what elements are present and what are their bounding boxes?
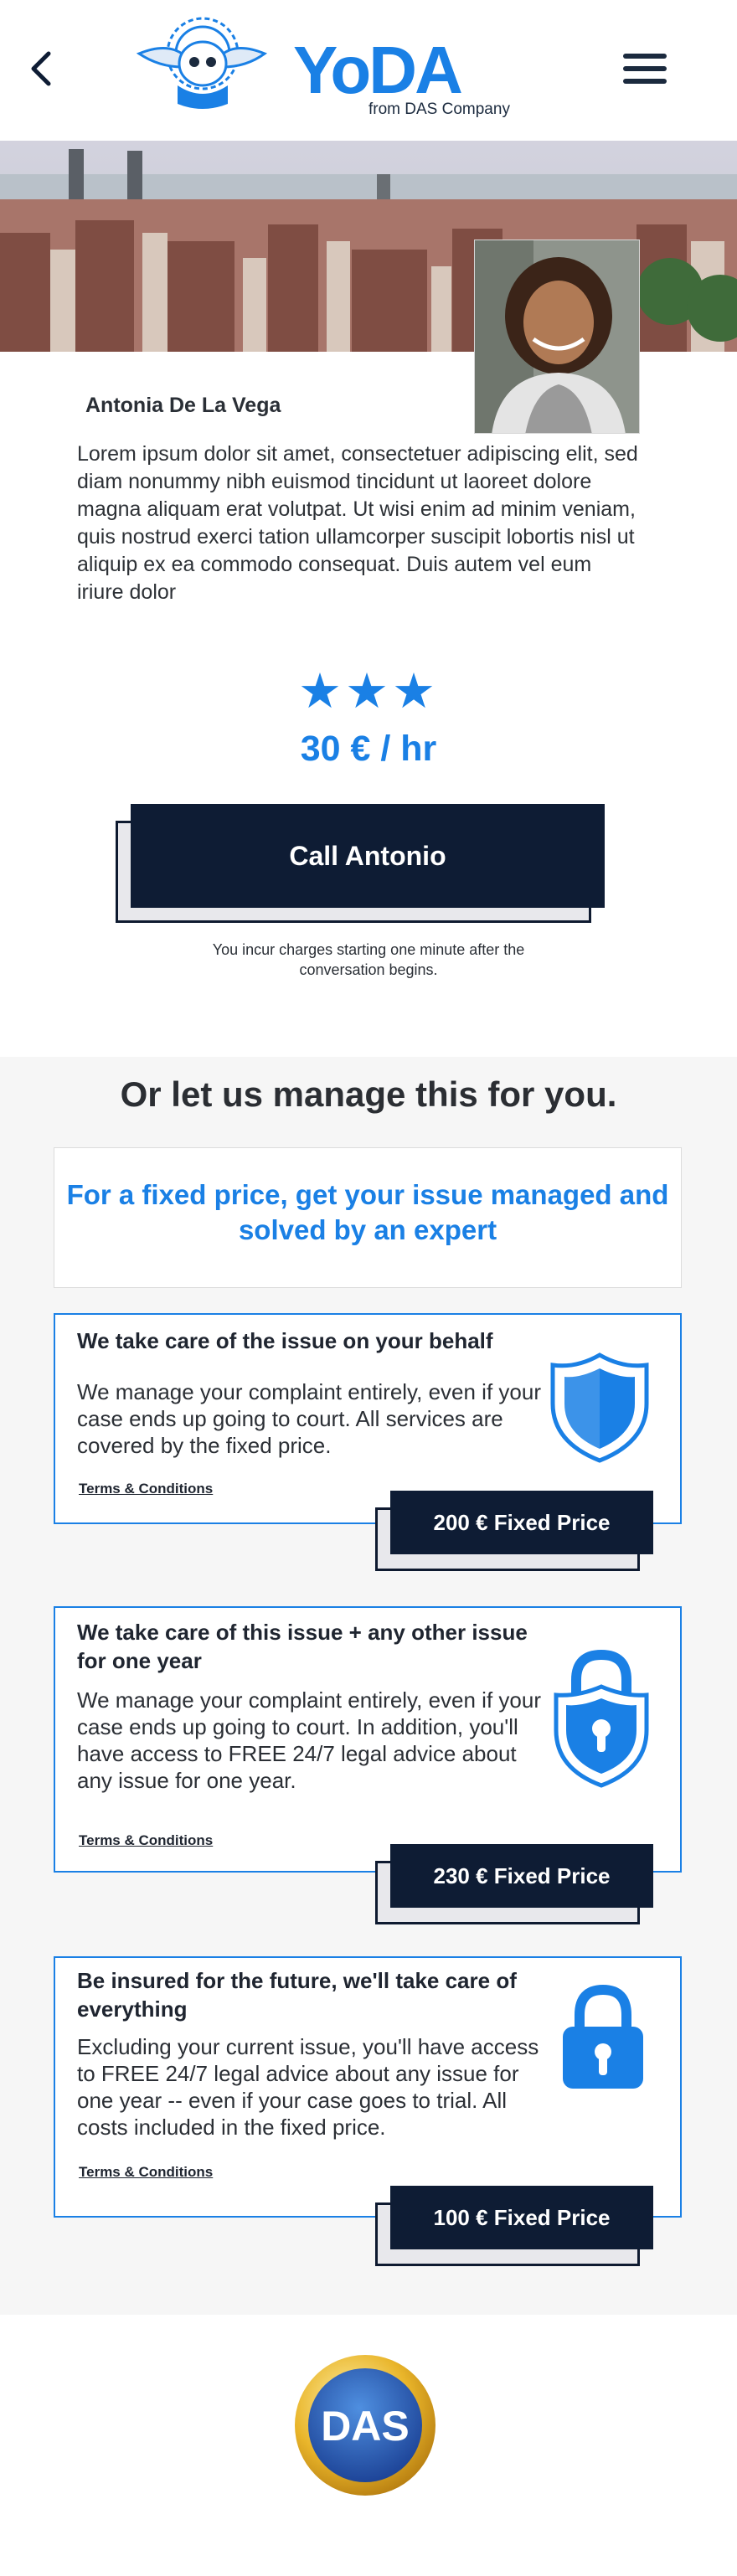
terms-link[interactable]: Terms & Conditions xyxy=(79,2164,213,2181)
expert-name: Antonia De La Vega xyxy=(85,394,281,417)
page: YoDA from DAS Company Antonia De La Vega… xyxy=(0,0,737,2576)
hourly-price: 30 € / hr xyxy=(300,729,437,769)
menu-button[interactable] xyxy=(621,50,668,87)
shield-icon xyxy=(550,1352,649,1463)
back-button[interactable] xyxy=(25,49,59,89)
terms-link[interactable]: Terms & Conditions xyxy=(79,1481,213,1497)
fixed-price-button[interactable]: 100 € Fixed Price xyxy=(390,2186,653,2249)
yoda-mascot-logo xyxy=(136,17,268,109)
fixed-price-button[interactable]: 200 € Fixed Price xyxy=(390,1491,653,1554)
offer-description: We manage your complaint entirely, even … xyxy=(77,1687,541,1793)
offer-description: We manage your complaint entirely, even … xyxy=(77,1379,541,1458)
rating-stars: ★★★ xyxy=(298,664,439,719)
app-header: YoDA from DAS Company xyxy=(0,0,737,141)
das-logo: DAS xyxy=(295,2355,436,2496)
call-button[interactable]: Call Antonio xyxy=(131,804,605,908)
padlock-icon xyxy=(563,1984,643,2089)
offer-title: We take care of this issue + any other i… xyxy=(77,1620,528,1673)
expert-bio: Lorem ipsum dolor sit amet, consectetuer… xyxy=(77,442,638,604)
yoda-wordmark: YoDA xyxy=(293,33,463,107)
terms-link[interactable]: Terms & Conditions xyxy=(79,1832,213,1849)
das-logo-text: DAS xyxy=(321,2403,410,2450)
offer-title: Be insured for the future, we'll take ca… xyxy=(77,1968,517,2022)
hamburger-menu-icon xyxy=(623,54,667,84)
promo-text: For a fixed price, get your issue manage… xyxy=(66,1179,669,1245)
logo-subtitle: from DAS Company xyxy=(368,100,510,118)
expert-portrait xyxy=(474,240,640,434)
offer-title: We take care of the issue on your behalf xyxy=(77,1328,493,1353)
chevron-left-icon xyxy=(31,51,51,86)
managed-section-title: Or let us manage this for you. xyxy=(120,1074,617,1114)
fixed-price-button[interactable]: 230 € Fixed Price xyxy=(390,1844,653,1908)
shield-lock-icon xyxy=(554,1649,649,1788)
charge-note: You incur charges starting one minute af… xyxy=(212,941,525,978)
offer-description: Excluding your current issue, you'll hav… xyxy=(77,2034,539,2140)
